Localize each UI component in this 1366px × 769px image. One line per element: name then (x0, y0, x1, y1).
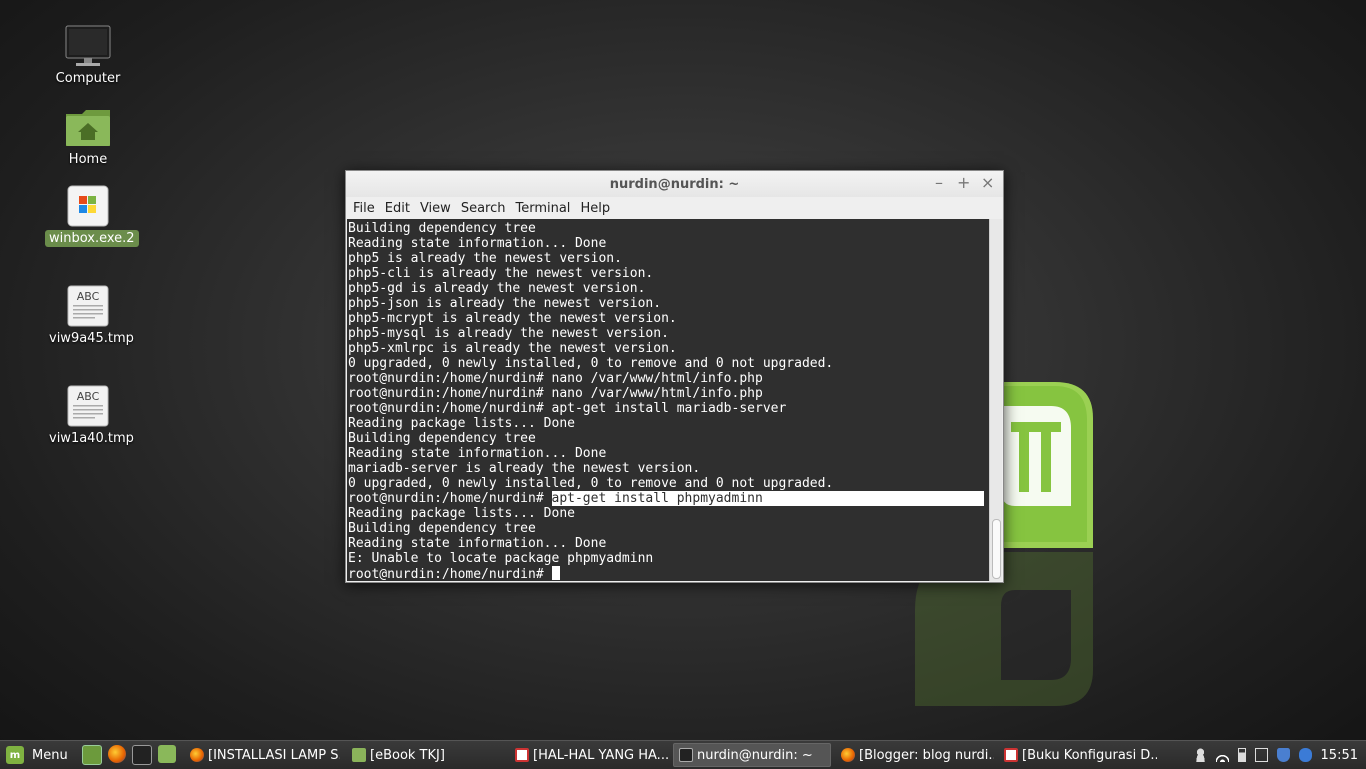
terminal-line: php5-xmlrpc is already the newest versio… (348, 341, 677, 356)
terminal-line: php5-gd is already the newest version. (348, 281, 646, 296)
show-desktop-icon[interactable] (81, 745, 102, 765)
terminal-icon (679, 748, 693, 762)
terminal-prompt-line: root@nurdin:/home/nurdin# (348, 566, 984, 581)
terminal-prompt: root@nurdin:/home/nurdin# (348, 491, 552, 506)
terminal-line: Building dependency tree (348, 521, 536, 536)
menu-help[interactable]: Help (575, 201, 615, 216)
task-label: nurdin@nurdin: ~ (697, 747, 813, 763)
wifi-icon[interactable] (1215, 748, 1229, 762)
desktop-icon-label: winbox.exe.2 (45, 230, 139, 247)
terminal-line: Reading state information... Done (348, 536, 607, 551)
start-menu-label: Menu (32, 747, 68, 763)
menu-view[interactable]: View (415, 201, 456, 216)
task-blogger[interactable]: [Blogger: blog nurdi... (836, 743, 994, 767)
quick-launchers (81, 745, 176, 765)
files-icon[interactable] (157, 745, 176, 763)
shield-icon[interactable] (1276, 748, 1290, 762)
maximize-button[interactable]: + (957, 174, 970, 192)
terminal-line: php5 is already the newest version. (348, 251, 622, 266)
terminal-scrollbar[interactable] (989, 219, 1002, 581)
window-title: nurdin@nurdin: ~ (609, 176, 740, 192)
bluetooth-icon[interactable] (1298, 748, 1312, 762)
terminal-line: Reading state information... Done (348, 446, 607, 461)
terminal-line: Building dependency tree (348, 221, 536, 236)
task-label: [eBook TKJ] (370, 747, 445, 763)
battery-icon[interactable] (1237, 748, 1246, 762)
mint-logo-icon: m (6, 746, 24, 764)
task-label: [Buku Konfigurasi D... (1022, 747, 1157, 763)
window-titlebar[interactable]: nurdin@nurdin: ~ – + × (346, 171, 1003, 197)
desktop-icon-home[interactable]: Home (45, 108, 131, 168)
terminal-line: Building dependency tree (348, 431, 536, 446)
task-hal-hal-yang[interactable]: [HAL-HAL YANG HA... (510, 743, 668, 767)
terminal-line: mariadb-server is already the newest ver… (348, 461, 701, 476)
close-button[interactable]: × (981, 174, 994, 192)
task-label: [HAL-HAL YANG HA... (533, 747, 668, 763)
terminal-line: php5-mcrypt is already the newest versio… (348, 311, 677, 326)
text-file-glyph: ABC (77, 290, 100, 303)
menu-terminal[interactable]: Terminal (510, 201, 575, 216)
task-label: [INSTALLASI LAMP S... (208, 747, 340, 763)
minimize-button[interactable]: – (933, 174, 945, 192)
terminal-line: php5-mysql is already the newest version… (348, 326, 669, 341)
clock[interactable]: 15:51 (1321, 748, 1358, 763)
text-file-glyph: ABC (77, 390, 100, 403)
monitor-icon (65, 25, 111, 66)
terminal-line: E: Unable to locate package phpmyadminn (348, 551, 654, 566)
windows-exe-icon (67, 185, 109, 227)
clipboard-icon[interactable] (1254, 748, 1268, 762)
terminal-selection[interactable]: apt-get install phpmyadminn (551, 491, 984, 506)
home-folder-icon (66, 110, 110, 146)
terminal-line: Reading state information... Done (348, 236, 607, 251)
text-file-icon: ABC (67, 385, 109, 427)
task-installasi-lamp[interactable]: [INSTALLASI LAMP S... (185, 743, 340, 767)
terminal-line: Reading package lists... Done (348, 416, 575, 431)
terminal-line: 0 upgraded, 0 newly installed, 0 to remo… (348, 476, 834, 491)
user-icon[interactable] (1193, 748, 1207, 762)
terminal-output[interactable]: Building dependency tree Reading state in… (347, 219, 990, 581)
firefox-icon (841, 748, 855, 762)
terminal-line: Reading package lists... Done (348, 506, 575, 521)
terminal-line: php5-cli is already the newest version. (348, 266, 654, 281)
menu-edit[interactable]: Edit (380, 201, 415, 216)
firefox-icon (190, 748, 204, 762)
terminal-window: nurdin@nurdin: ~ – + × File Edit View Se… (345, 170, 1004, 583)
terminal-line: root@nurdin:/home/nurdin# apt-get instal… (348, 401, 787, 416)
menu-search[interactable]: Search (456, 201, 511, 216)
desktop-icon-label: Home (68, 152, 108, 167)
start-menu-button[interactable]: m Menu (0, 741, 74, 769)
task-terminal[interactable]: nurdin@nurdin: ~ (673, 743, 831, 767)
desktop-icon-computer[interactable]: Computer (45, 25, 131, 87)
menu-file[interactable]: File (348, 201, 380, 216)
desktop-icon-label: Computer (55, 71, 121, 86)
terminal-line: root@nurdin:/home/nurdin# nano /var/www/… (348, 386, 763, 401)
desktop-icon-label: viw9a45.tmp (49, 331, 134, 346)
folder-icon (352, 748, 366, 762)
window-controls: – + × (933, 174, 994, 192)
system-tray: 15:51 (1193, 744, 1358, 766)
desktop-icon-winbox[interactable]: winbox.exe.2 (45, 185, 139, 247)
text-file-icon: ABC (67, 285, 109, 327)
firefox-icon[interactable] (107, 745, 126, 763)
terminal-cursor (551, 566, 560, 580)
desktop-icon-viw1a40[interactable]: ABC viw1a40.tmp (45, 385, 134, 447)
task-buku-konfigurasi[interactable]: [Buku Konfigurasi D... (999, 743, 1157, 767)
terminal-line: php5-json is already the newest version. (348, 296, 662, 311)
task-label: [Blogger: blog nurdi... (859, 747, 994, 763)
scrollbar-thumb[interactable] (992, 519, 1001, 579)
terminal-line: 0 upgraded, 0 newly installed, 0 to remo… (348, 356, 834, 371)
pdf-icon (1004, 748, 1018, 762)
terminal-prompt: root@nurdin:/home/nurdin# (348, 567, 552, 581)
task-ebook-tkj[interactable]: [eBook TKJ] (347, 743, 505, 767)
pdf-icon (515, 748, 529, 762)
desktop-icon-label: viw1a40.tmp (49, 431, 134, 446)
terminal-line-selected: root@nurdin:/home/nurdin# apt-get instal… (348, 491, 984, 506)
terminal-lines: Building dependency tree Reading state in… (348, 221, 984, 581)
terminal-icon[interactable] (131, 745, 152, 765)
desktop-icon-viw9a45[interactable]: ABC viw9a45.tmp (45, 285, 134, 347)
terminal-line: root@nurdin:/home/nurdin# nano /var/www/… (348, 371, 763, 386)
window-menubar: File Edit View Search Terminal Help (346, 197, 1003, 219)
